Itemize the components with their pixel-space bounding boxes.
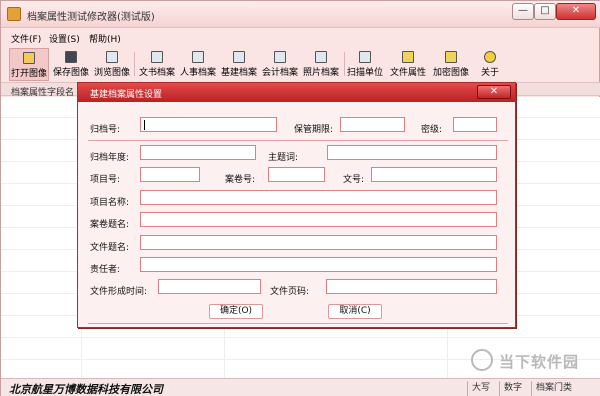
open-image-button[interactable]: 打开图像 [9, 48, 49, 81]
watermark-logo-icon [471, 349, 493, 371]
archive-icon [192, 51, 204, 63]
app-icon [7, 7, 21, 21]
dialog-divider [88, 140, 508, 141]
menu-settings[interactable]: 设置(S) [49, 32, 80, 45]
minimize-button[interactable]: — [512, 3, 534, 20]
dialog-close-button[interactable]: ✕ [477, 85, 511, 99]
file-title-label: 文件题名: [90, 243, 130, 253]
secrecy-label: 密级: [421, 125, 443, 135]
properties-icon [402, 51, 414, 63]
volume-no-field[interactable] [268, 167, 325, 182]
page-no-field[interactable] [326, 279, 497, 294]
browse-image-button[interactable]: 浏览图像 [92, 48, 132, 81]
photo-archive-label: 照片档案 [302, 68, 339, 78]
save-image-button[interactable]: 保存图像 [51, 48, 91, 81]
archive-icon [274, 51, 286, 63]
formed-time-label: 文件形成时间: [90, 287, 148, 297]
retention-field[interactable] [340, 117, 405, 132]
watermark-text: 当下软件园 [499, 353, 580, 371]
archive-icon [315, 51, 327, 63]
archive-no-label: 归档号: [90, 125, 121, 135]
maximize-button[interactable]: □ [534, 3, 556, 20]
ok-button[interactable]: 确定(O) [209, 304, 263, 319]
toolbar: 打开图像 保存图像 浏览图像 文书档案 人事档案 基建档案 会计档案 照片档案 … [5, 48, 599, 81]
archive-icon [151, 51, 163, 63]
archive-year-label: 归档年度: [90, 153, 130, 163]
doc-no-label: 文号: [343, 175, 365, 185]
dialog-divider [88, 323, 508, 324]
browse-image-label: 浏览图像 [93, 68, 130, 78]
personnel-archive-label: 人事档案 [179, 68, 216, 78]
volume-no-label: 案卷号: [225, 175, 256, 185]
status-category: 档案门类 [531, 381, 597, 396]
personnel-archive-button[interactable]: 人事档案 [177, 48, 219, 81]
about-label: 关于 [480, 68, 499, 78]
status-caps: 大写 [467, 381, 499, 396]
menu-bar: 文件(F) 设置(S) 帮助(H) [1, 29, 600, 47]
document-archive-label: 文书档案 [138, 68, 175, 78]
about-button[interactable]: 关于 [475, 48, 505, 81]
dialog-title: 基建档案属性设置 [90, 90, 163, 100]
file-properties-button[interactable]: 文件属性 [387, 48, 429, 81]
main-window: 档案属性测试修改器(测试版) — □ ✕ 文件(F) 设置(S) 帮助(H) 打… [0, 0, 600, 396]
doc-no-field[interactable] [371, 167, 497, 182]
file-properties-label: 文件属性 [389, 68, 426, 78]
title-bar: 档案属性测试修改器(测试版) — □ ✕ [1, 1, 600, 28]
accounting-archive-button[interactable]: 会计档案 [259, 48, 301, 81]
retention-label: 保管期限: [294, 125, 334, 135]
status-company: 北京航星万博数据科技有限公司 [9, 383, 163, 396]
scan-icon [359, 51, 371, 63]
file-title-field[interactable] [140, 235, 497, 250]
open-image-label: 打开图像 [10, 69, 47, 79]
construction-archive-label: 基建档案 [220, 68, 257, 78]
volume-title-label: 案卷题名: [90, 220, 130, 230]
browse-icon [106, 51, 118, 63]
secrecy-field[interactable] [453, 117, 497, 132]
accounting-archive-label: 会计档案 [261, 68, 298, 78]
archive-properties-dialog: 基建档案属性设置 ✕ 归档号: 保管期限: 密级: 归档年度: 主题词: 项目号… [77, 82, 516, 328]
close-button[interactable]: ✕ [556, 3, 596, 20]
subject-label: 主题词: [268, 153, 299, 163]
archive-icon [233, 51, 245, 63]
subject-field[interactable] [327, 145, 497, 160]
construction-archive-button[interactable]: 基建档案 [218, 48, 260, 81]
text-caret [144, 120, 145, 130]
encrypt-icon [445, 51, 457, 63]
scan-unit-label: 扫描单位 [346, 68, 383, 78]
toolbar-separator [134, 52, 135, 76]
dialog-title-bar: 基建档案属性设置 ✕ [78, 83, 515, 102]
project-name-label: 项目名称: [90, 198, 130, 208]
dialog-body: 归档号: 保管期限: 密级: 归档年度: 主题词: 项目号: 案卷号: 文号: … [78, 103, 515, 327]
volume-title-field[interactable] [140, 212, 497, 227]
archive-no-field[interactable] [140, 117, 277, 132]
cancel-button[interactable]: 取消(C) [328, 304, 382, 319]
responsible-label: 责任者: [90, 265, 121, 275]
status-bar: 北京航星万博数据科技有限公司 大写 数字 档案门类 [1, 378, 600, 396]
project-name-field[interactable] [140, 190, 497, 205]
menu-help[interactable]: 帮助(H) [89, 32, 121, 45]
encrypt-image-button[interactable]: 加密图像 [430, 48, 472, 81]
responsible-field[interactable] [140, 257, 497, 272]
document-archive-button[interactable]: 文书档案 [136, 48, 178, 81]
status-num: 数字 [499, 381, 531, 396]
photo-archive-button[interactable]: 照片档案 [300, 48, 342, 81]
encrypt-image-label: 加密图像 [432, 68, 469, 78]
archive-year-field[interactable] [140, 145, 256, 160]
window-title: 档案属性测试修改器(测试版) [27, 12, 155, 23]
about-icon [484, 51, 496, 63]
menu-file[interactable]: 文件(F) [11, 32, 41, 45]
save-icon [65, 51, 77, 63]
project-no-field[interactable] [140, 167, 200, 182]
save-image-label: 保存图像 [52, 68, 89, 78]
open-folder-icon [23, 52, 35, 64]
project-no-label: 项目号: [90, 175, 121, 185]
watermark: 当下软件园 [471, 349, 596, 373]
page-no-label: 文件页码: [270, 287, 310, 297]
scan-unit-button[interactable]: 扫描单位 [344, 48, 386, 81]
grid-line [1, 337, 600, 338]
formed-time-field[interactable] [158, 279, 261, 294]
